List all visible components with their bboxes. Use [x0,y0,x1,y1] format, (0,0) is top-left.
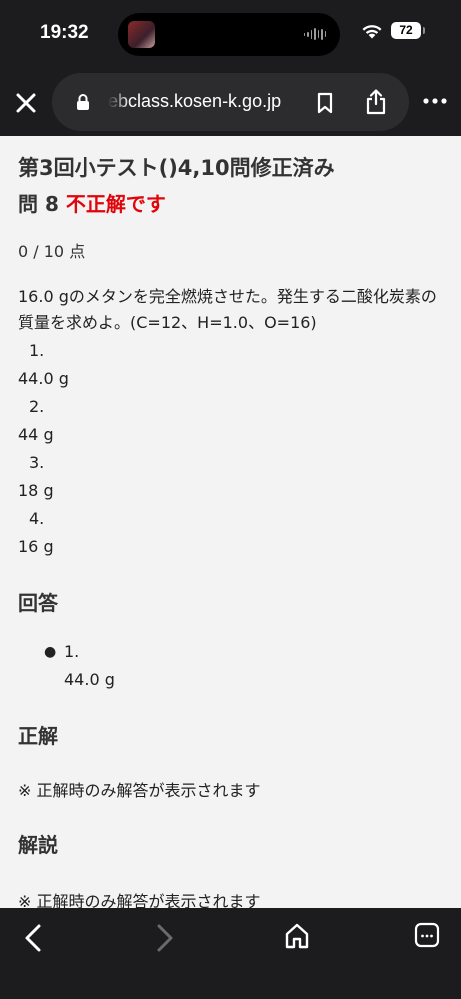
explanation-note: ※ 正解時のみ解答が表示されます [18,892,261,908]
question-label: 問 8 [18,192,59,216]
option-text: 18 g [18,481,54,500]
bookmark-icon[interactable] [315,92,335,114]
share-icon[interactable] [365,89,387,115]
dynamic-island[interactable] [118,13,340,56]
explanation-heading: 解説 [18,833,58,857]
option-number: 1. [29,341,45,360]
answer-list: ● 1. 44.0 g [44,638,443,694]
forward-icon[interactable] [154,923,176,953]
option-number: 3. [29,453,45,472]
score: 0 / 10 点 [18,242,86,261]
answer-number: 1. [64,642,80,661]
question-result: 不正解です [65,192,166,216]
battery-icon: 72 [391,22,425,39]
page-content: 第3回小テスト()4,10問修正済み 問 8 不正解です 0 / 10 点 16… [0,136,461,908]
home-icon[interactable] [284,922,310,950]
now-playing-thumbnail [128,21,155,48]
lock-icon [77,94,89,110]
question-header: 問 8 不正解です [18,190,443,218]
correct-heading: 正解 [18,724,58,748]
option-text: 44 g [18,425,54,444]
url-fade [108,87,130,117]
options-list: 1. 44.0 g 2. 44 g 3. 18 g 4. 16 g [18,337,443,561]
url-text: ebclass.kosen-k.go.jp [108,91,282,111]
answer-text: 44.0 g [64,670,115,689]
audio-wave-icon [304,28,326,40]
option-number: 2. [29,397,45,416]
back-icon[interactable] [22,923,44,953]
answer-item: ● 1. [44,638,443,666]
quiz-title: 第3回小テスト()4,10問修正済み [18,156,335,180]
status-time: 19:32 [40,22,89,43]
option-text: 16 g [18,537,54,556]
wifi-icon [362,24,382,38]
bullet: ● [44,644,57,660]
option-number: 4. [29,509,45,528]
address-bar[interactable]: ebclass.kosen-k.go.jp [52,73,409,131]
option-text: 44.0 g [18,369,69,388]
tabs-icon[interactable] [414,922,440,948]
bottom-navigation [0,908,461,999]
close-icon[interactable] [13,90,39,116]
status-indicators: 72 [361,22,425,39]
browser-toolbar: ebclass.kosen-k.go.jp [0,68,461,136]
status-bar: 19:32 72 [0,0,461,68]
answer-heading: 回答 [18,591,58,615]
more-icon[interactable] [422,96,448,106]
correct-note: ※ 正解時のみ解答が表示されます [18,781,261,800]
question-text: 16.0 gのメタンを完全燃焼させた。発生する二酸化炭素の質量を求めよ。(C=1… [18,287,437,332]
